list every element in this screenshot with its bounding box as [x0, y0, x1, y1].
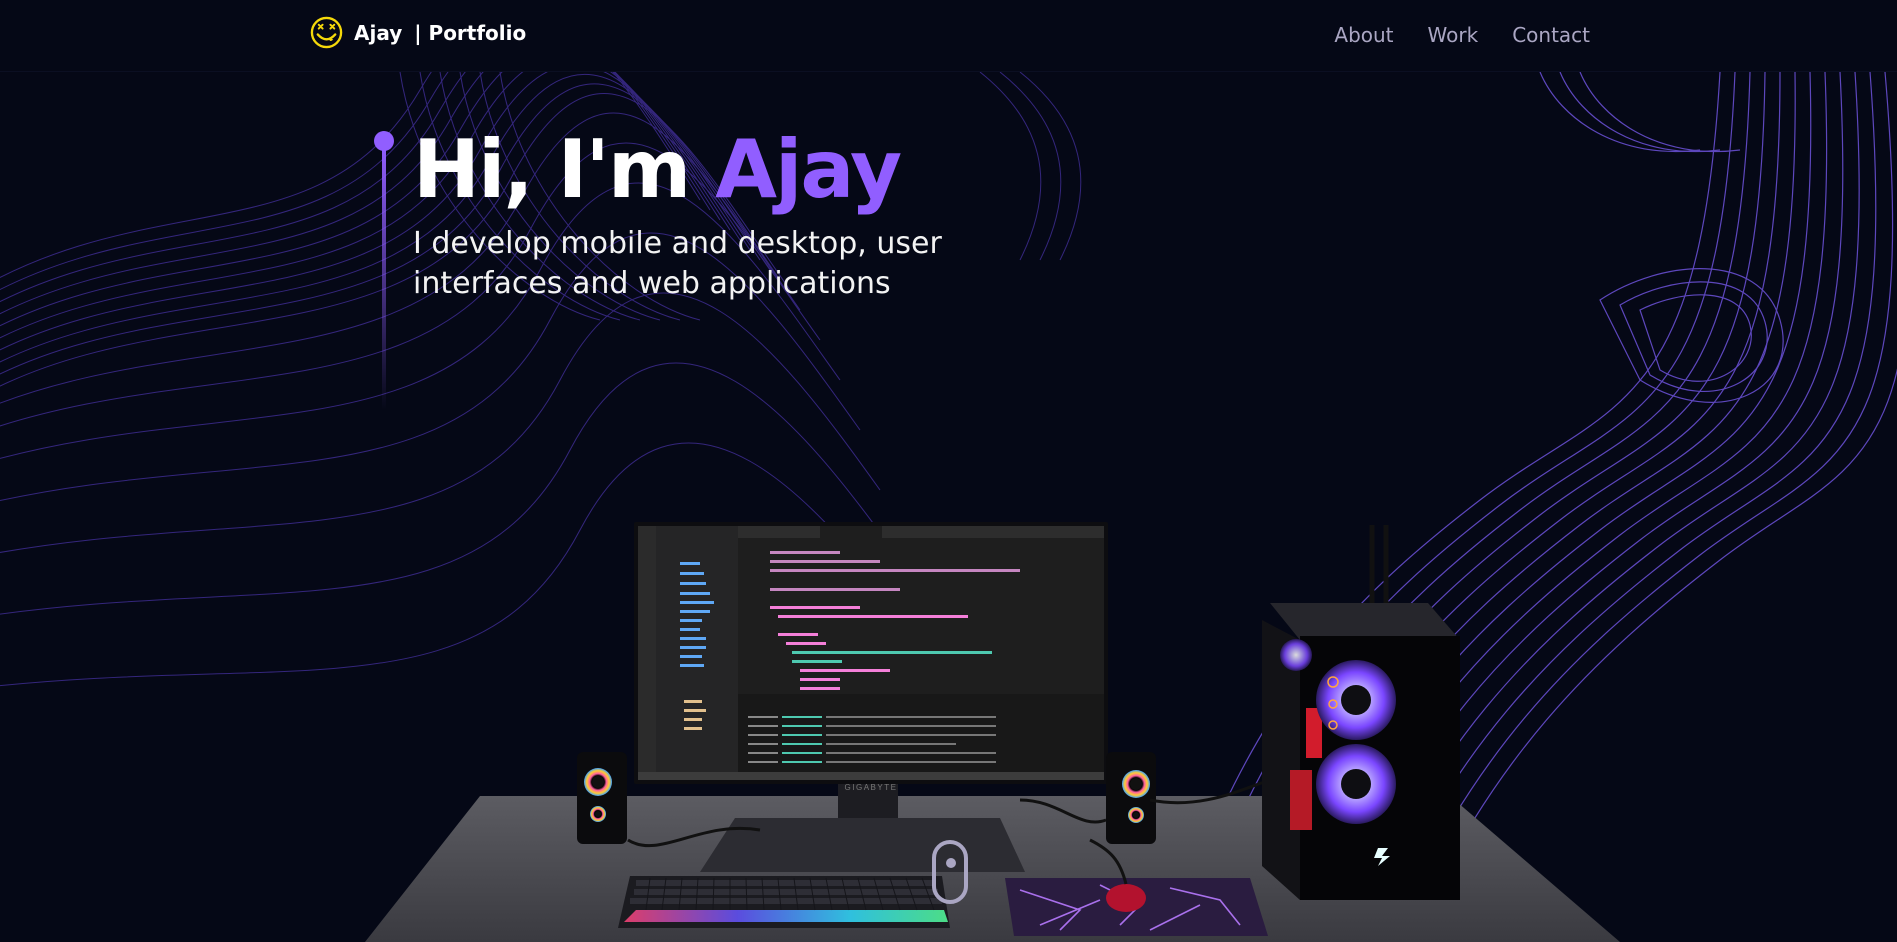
nav-link-contact[interactable]: Contact: [1512, 23, 1590, 47]
portfolio-page: Ajay | Portfolio About Work Contact Hi, …: [0, 0, 1897, 942]
smiley-logo-icon: [310, 16, 343, 49]
left-speaker: [577, 752, 627, 844]
monitor-base: [700, 818, 1025, 872]
right-speaker: [1106, 752, 1156, 844]
brand-suffix: | Portfolio: [414, 20, 527, 45]
nav-links: About Work Contact: [1334, 23, 1590, 47]
brand-link[interactable]: Ajay | Portfolio: [309, 15, 526, 50]
pc-tower: [1262, 525, 1460, 900]
brand-name: Ajay: [354, 20, 403, 45]
scroll-mouse-icon[interactable]: [932, 840, 968, 904]
nav-link-about[interactable]: About: [1334, 23, 1393, 47]
scroll-dot: [946, 858, 956, 868]
monitor: GIGABYTE: [634, 522, 1108, 792]
nav-link-work[interactable]: Work: [1428, 23, 1479, 47]
keyboard: [618, 876, 950, 928]
desktop-pc-3d-scene[interactable]: GIGABYTE: [0, 0, 1897, 942]
monitor-brand-label: GIGABYTE: [845, 783, 898, 792]
navbar: Ajay | Portfolio About Work Contact: [0, 0, 1897, 72]
gaming-mouse: [1106, 884, 1146, 912]
